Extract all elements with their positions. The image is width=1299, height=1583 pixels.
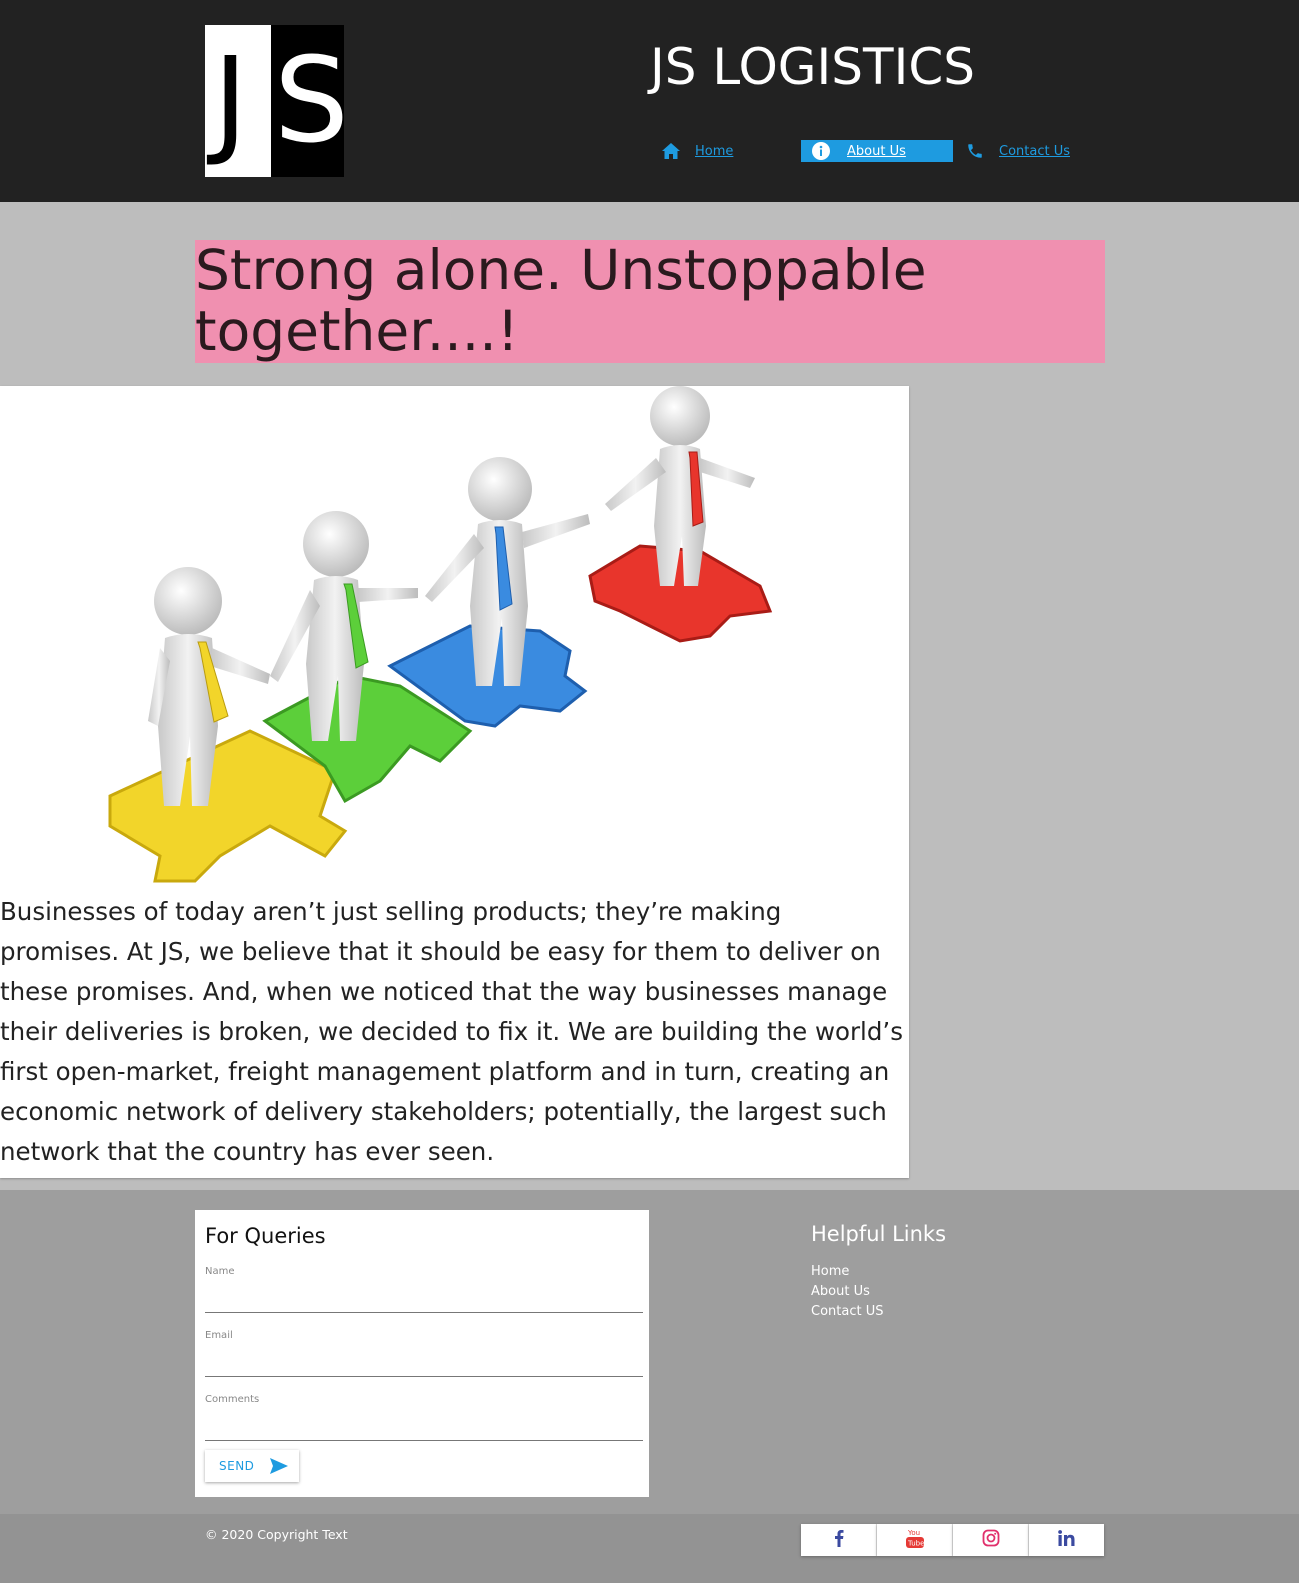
about-body-text: Businesses of today aren’t just selling … [0,897,903,1166]
logo-letter-j: J [213,31,248,169]
instagram-icon [982,1529,1000,1551]
footer-link-contact-us[interactable]: Contact US [811,1302,883,1322]
info-icon [811,141,831,161]
footer-link-about-us[interactable]: About Us [811,1282,883,1302]
logo-letter-s: S [274,31,344,169]
headline-banner: Strong alone. Unstoppable together....! [195,240,1105,363]
headline-line-2: together....! [195,299,519,363]
email-label: Email [205,1330,233,1341]
nav-item-about-us[interactable]: About Us [801,140,953,162]
nav-link-about-us[interactable]: About Us [847,144,906,159]
linkedin-icon [1057,1530,1076,1550]
page-headline: Strong alone. Unstoppable together....! [195,240,1105,362]
svg-text:You: You [907,1529,920,1537]
send-button[interactable]: SEND [205,1450,299,1482]
name-label: Name [205,1266,235,1277]
social-links: You Tube [801,1524,1104,1556]
phone-icon [965,141,985,161]
name-input[interactable] [205,1286,643,1313]
nav-item-contact-us[interactable]: Contact Us [965,140,1070,162]
youtube-button[interactable]: You Tube [877,1524,953,1556]
site-title: JS LOGISTICS [650,38,975,96]
comments-field-group: Comments [205,1394,643,1441]
headline-line-1: Strong alone. Unstoppable [195,238,927,302]
helpful-links-title: Helpful Links [811,1222,947,1246]
youtube-icon: You Tube [905,1528,924,1552]
nav-link-contact-us[interactable]: Contact Us [999,144,1070,159]
footer-link-home[interactable]: Home [811,1262,883,1282]
nav-link-home[interactable]: Home [695,144,733,159]
bottom-bar [0,1514,1299,1583]
nav-item-home[interactable]: Home [661,140,733,162]
helpful-links-list: Home About Us Contact US [811,1262,883,1322]
facebook-icon [834,1529,844,1551]
svg-text:Tube: Tube [907,1540,924,1548]
copyright-text: © 2020 Copyright Text [205,1527,348,1542]
comments-label: Comments [205,1394,260,1405]
site-header: J S JS LOGISTICS Home About Us Contact U… [0,0,1299,202]
name-field-group: Name [205,1266,643,1313]
send-icon [270,1458,289,1474]
home-icon [661,141,681,161]
js-logo[interactable]: J S [205,25,344,177]
linkedin-button[interactable] [1029,1524,1104,1556]
send-label: SEND [219,1459,255,1473]
facebook-button[interactable] [801,1524,877,1556]
red-puzzle-piece [588,544,773,643]
form-title: For Queries [205,1224,326,1248]
comments-input[interactable] [205,1414,643,1441]
instagram-button[interactable] [953,1524,1029,1556]
email-field-group: Email [205,1330,643,1377]
team-puzzle-illustration [108,386,773,883]
query-form: For Queries Name Email Comments SEND [195,1210,649,1497]
about-card: Businesses of today aren’t just selling … [0,386,909,1178]
email-input[interactable] [205,1350,643,1377]
